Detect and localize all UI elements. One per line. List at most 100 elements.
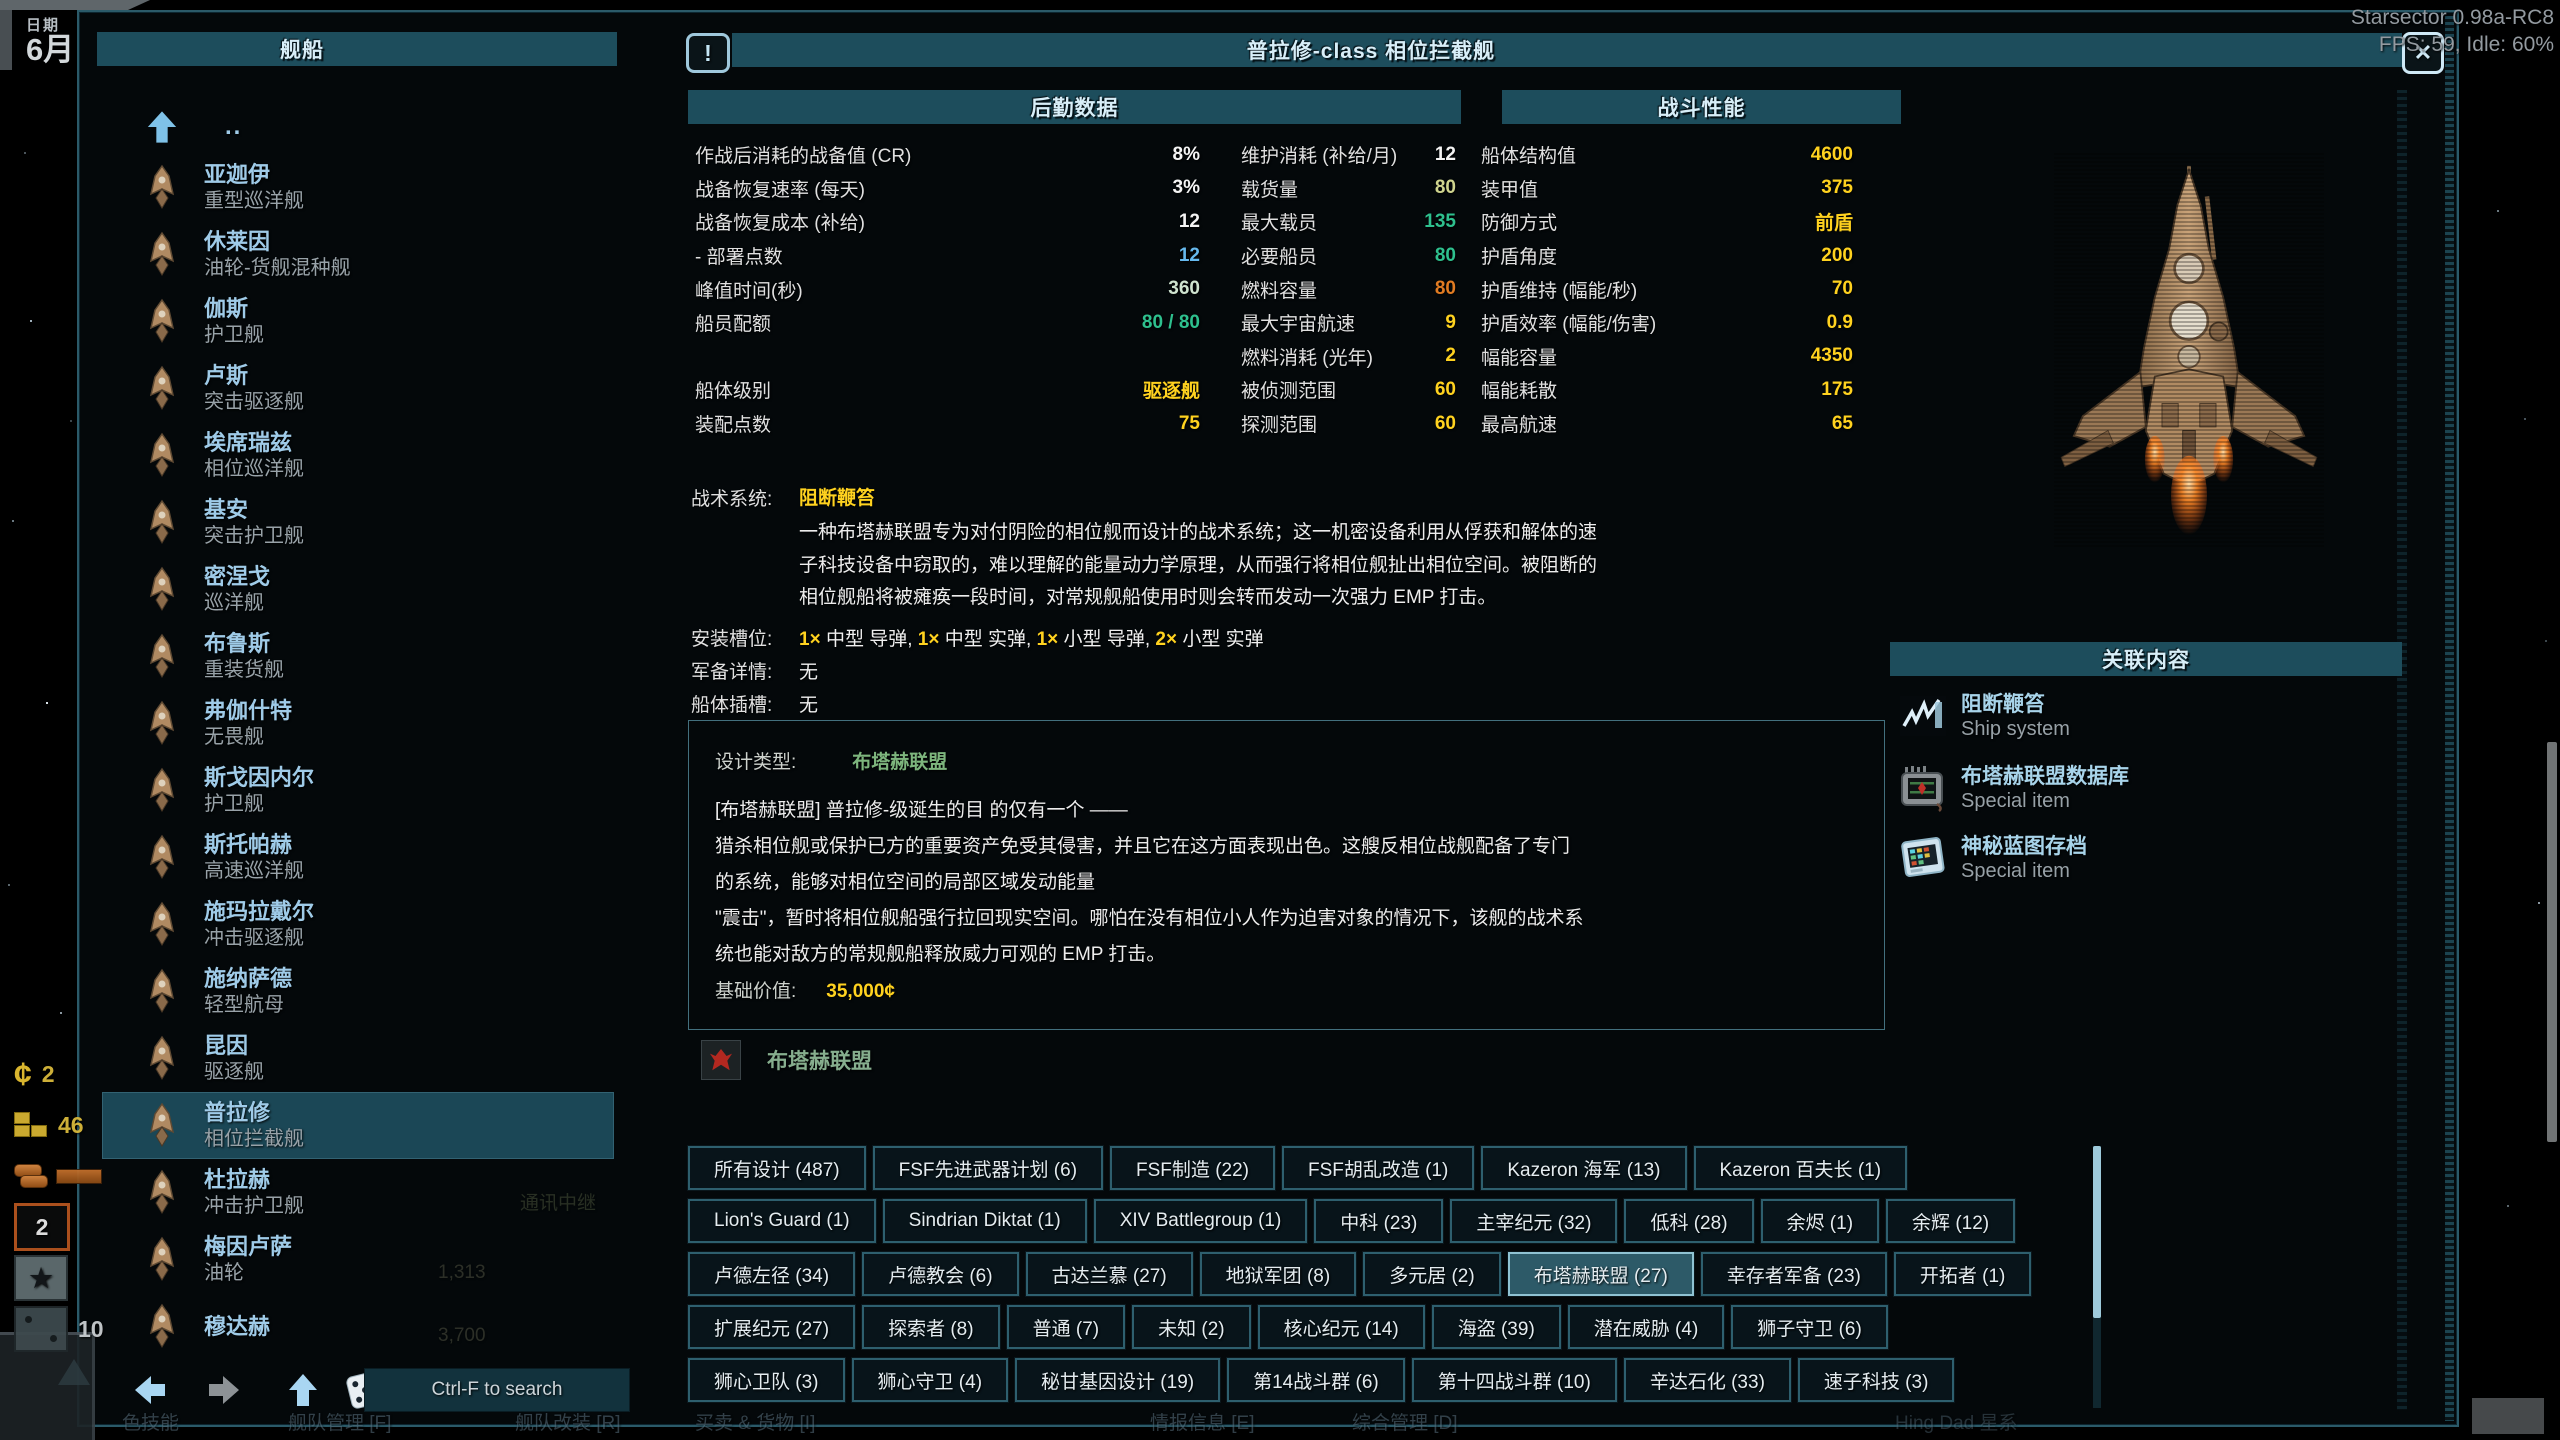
filter-button[interactable]: FSF制造 (22) xyxy=(1110,1146,1275,1190)
ship-list-item[interactable]: 昆因 驱逐舰 xyxy=(102,1025,614,1092)
stat-label: 最大宇宙航速 xyxy=(1241,309,1355,336)
stat-value: 2 xyxy=(1445,345,1456,367)
filter-button[interactable]: 辛达石化 (33) xyxy=(1624,1358,1791,1402)
ships-header-label: 舰船 xyxy=(280,34,324,64)
ship-icon xyxy=(140,1234,184,1286)
filter-button[interactable]: 潜在威胁 (4) xyxy=(1568,1305,1725,1349)
armament-label: 军备详情: xyxy=(691,657,772,684)
filter-button[interactable]: Lion's Guard (1) xyxy=(688,1199,876,1243)
design-type-value[interactable]: 布塔赫联盟 xyxy=(852,752,947,773)
description-line: 子科技设备中窃取的，难以理解的能量动力学原理，从而强行将相位舰扯出相位空间。被阻… xyxy=(799,550,1969,583)
filter-button[interactable]: 狮心卫队 (3) xyxy=(688,1358,845,1402)
filter-button[interactable]: FSF先进武器计划 (6) xyxy=(873,1146,1103,1190)
tactical-system-link[interactable]: 阻断鞭笞 xyxy=(799,483,875,510)
filter-button[interactable]: 扩展纪元 (27) xyxy=(688,1305,855,1349)
filter-button[interactable]: 秘甘基因设计 (19) xyxy=(1015,1358,1220,1402)
filter-button[interactable]: 卢德教会 (6) xyxy=(862,1252,1019,1296)
codex-scrollbar-track[interactable] xyxy=(2397,90,2407,1410)
armament-value: 无 xyxy=(799,657,818,684)
ship-list-item[interactable]: 卢斯 突击驱逐舰 xyxy=(102,355,614,422)
ship-list-item[interactable]: 普拉修 相位拦截舰 xyxy=(102,1092,614,1159)
filter-button[interactable]: 低科 (28) xyxy=(1624,1199,1753,1243)
stat-label: 防御方式 xyxy=(1481,208,1557,235)
ship-list-up-item[interactable]: .. xyxy=(102,100,614,154)
filter-button[interactable]: 余烬 (1) xyxy=(1761,1199,1880,1243)
stat-label: 燃料消耗 (光年) xyxy=(1241,343,1373,370)
ship-icon xyxy=(140,162,184,214)
ship-name: 普拉修 xyxy=(204,1100,304,1126)
ship-list-item[interactable]: 亚迦伊 重型巡洋舰 xyxy=(102,154,614,221)
date-widget: 日期 6月 xyxy=(26,14,74,65)
filter-scrollbar-track[interactable] xyxy=(2093,1146,2101,1408)
ship-list-item[interactable]: 基安 突击护卫舰 xyxy=(102,489,614,556)
filter-button[interactable]: XIV Battlegroup (1) xyxy=(1094,1199,1308,1243)
ship-list-item[interactable]: 弗伽什特 无畏舰 xyxy=(102,690,614,757)
ship-list-item[interactable]: 休莱因 油轮-货舰混种舰 xyxy=(102,221,614,288)
ship-list-item[interactable]: 布鲁斯 重装货舰 xyxy=(102,623,614,690)
ship-name: 密涅戈 xyxy=(204,564,270,590)
ship-list-item[interactable]: 密涅戈 巡洋舰 xyxy=(102,556,614,623)
underlying-scrollbar[interactable] xyxy=(2547,742,2557,1142)
stat-row: - 部署点数 12 xyxy=(695,239,1200,273)
filter-scrollbar-thumb[interactable] xyxy=(2093,1146,2101,1318)
related-item-text: 阻断鞭笞 Ship system xyxy=(1961,692,2070,742)
stat-value: 驱逐舰 xyxy=(1143,376,1200,403)
alert-button[interactable]: ! xyxy=(686,33,730,73)
crew-dice-icon xyxy=(14,1306,68,1352)
ship-list-item[interactable]: 斯戈因内尔 护卫舰 xyxy=(102,757,614,824)
design-type-label: 设计类型: xyxy=(715,752,796,773)
filter-button[interactable]: 幸存者军备 (23) xyxy=(1701,1252,1887,1296)
related-item-blueprint[interactable]: 神秘蓝图存档 Special item xyxy=(1899,834,2087,884)
stat-value: 4350 xyxy=(1811,345,1853,367)
filter-button[interactable]: Kazeron 百夫长 (1) xyxy=(1694,1146,1908,1190)
filter-button[interactable]: 布塔赫联盟 (27) xyxy=(1508,1252,1694,1296)
filter-button[interactable]: 所有设计 (487) xyxy=(688,1146,866,1190)
filter-button[interactable]: 开拓者 (1) xyxy=(1894,1252,2032,1296)
description-box: 设计类型:布塔赫联盟 [布塔赫联盟] 普拉修-级诞生的目 的仅有一个 ——猎杀相… xyxy=(688,720,1885,1030)
ship-list-item[interactable]: 施纳萨德 轻型航母 xyxy=(102,958,614,1025)
title-bar: 普拉修-class 相位拦截舰 xyxy=(732,33,2402,67)
filter-button[interactable]: 余辉 (12) xyxy=(1886,1199,2015,1243)
filter-button[interactable]: 古达兰慕 (27) xyxy=(1026,1252,1193,1296)
ship-list-item[interactable]: 埃席瑞兹 相位巡洋舰 xyxy=(102,422,614,489)
stat-value: 4600 xyxy=(1811,144,1853,166)
ship-list-item[interactable]: 穆达赫 xyxy=(102,1293,614,1360)
mount-slot: 1× 小型 导弹, xyxy=(1037,629,1156,650)
stat-value: 60 xyxy=(1435,413,1456,435)
filter-button[interactable]: 狮子守卫 (6) xyxy=(1731,1305,1888,1349)
version-info: Starsector 0.98a-RC8 FPS: 59, Idle: 60% xyxy=(2351,4,2554,58)
filter-button[interactable]: 多元居 (2) xyxy=(1363,1252,1501,1296)
filter-button[interactable]: 卢德左径 (34) xyxy=(688,1252,855,1296)
filter-row-5: 狮心卫队 (3)狮心守卫 (4)秘甘基因设计 (19)第14战斗群 (6)第十四… xyxy=(688,1358,2088,1402)
filter-grid: 所有设计 (487)FSF先进武器计划 (6)FSF制造 (22)FSF胡乱改造… xyxy=(688,1146,2088,1411)
filter-button[interactable]: 普通 (7) xyxy=(1007,1305,1126,1349)
faction-row[interactable]: 布塔赫联盟 xyxy=(701,1040,872,1080)
filter-button[interactable]: 探索者 (8) xyxy=(862,1305,1000,1349)
filter-button[interactable]: FSF胡乱改造 (1) xyxy=(1282,1146,1474,1190)
filter-button[interactable]: 速子科技 (3) xyxy=(1798,1358,1955,1402)
stat-value: 12 xyxy=(1179,211,1200,233)
ship-list-item[interactable]: 梅因卢萨 油轮 xyxy=(102,1226,614,1293)
related-item-database[interactable]: 布塔赫联盟数据库 Special item xyxy=(1899,764,2129,814)
filter-button[interactable]: 中科 (23) xyxy=(1314,1199,1443,1243)
filter-button[interactable]: 第十四战斗群 (10) xyxy=(1412,1358,1617,1402)
related-item-ship-system[interactable]: 阻断鞭笞 Ship system xyxy=(1899,692,2070,742)
ship-list-item[interactable]: 施玛拉戴尔 冲击驱逐舰 xyxy=(102,891,614,958)
bleed-comm-relay: 通讯中继 xyxy=(520,1188,596,1215)
filter-button[interactable]: Sindrian Diktat (1) xyxy=(883,1199,1087,1243)
filter-button[interactable]: 地狱军团 (8) xyxy=(1200,1252,1357,1296)
bleed-number-1: 1,313 xyxy=(438,1262,486,1284)
stat-value: 80 xyxy=(1435,245,1456,267)
ship-list-item[interactable]: 斯托帕赫 高速巡洋舰 xyxy=(102,824,614,891)
filter-button[interactable]: 未知 (2) xyxy=(1132,1305,1251,1349)
filter-button[interactable]: 第14战斗群 (6) xyxy=(1227,1358,1405,1402)
filter-button[interactable]: 海盗 (39) xyxy=(1432,1305,1561,1349)
filter-button[interactable]: 核心纪元 (14) xyxy=(1258,1305,1425,1349)
filter-button[interactable]: 狮心守卫 (4) xyxy=(852,1358,1009,1402)
ship-list-item[interactable]: 伽斯 护卫舰 xyxy=(102,288,614,355)
stat-row: 船体结构值 4600 xyxy=(1481,138,1853,172)
filter-button[interactable]: 主宰纪元 (32) xyxy=(1450,1199,1617,1243)
crew-row: 10 xyxy=(14,1307,104,1351)
filter-button[interactable]: Kazeron 海军 (13) xyxy=(1481,1146,1686,1190)
officer-star-icon: ★ xyxy=(14,1255,68,1301)
